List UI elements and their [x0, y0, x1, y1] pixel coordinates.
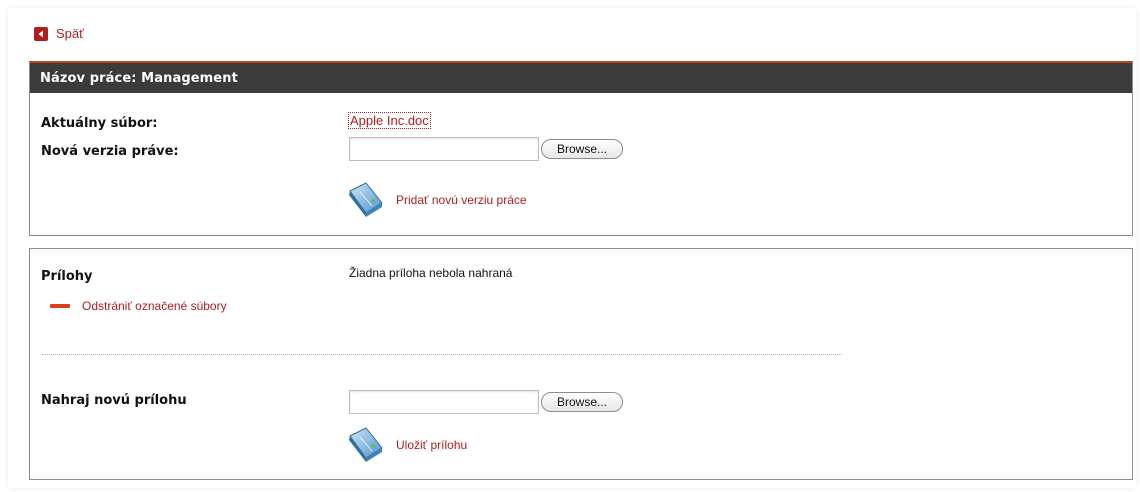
attachment-browse-button[interactable]: Browse... — [541, 392, 623, 412]
document-icon — [349, 427, 383, 462]
remove-selected-action[interactable]: Odstrániť označené súbory — [50, 299, 227, 313]
back-arrow-icon — [34, 26, 48, 41]
attachment-file-input[interactable] — [349, 390, 539, 414]
work-title: Názov práce: Management — [30, 63, 1132, 93]
back-label: Späť — [56, 26, 85, 41]
attachments-panel: Prílohy Žiadna príloha nebola nahraná Od… — [29, 248, 1133, 480]
upload-attachment-label: Nahraj novú prílohu — [41, 393, 187, 408]
divider — [42, 354, 842, 355]
current-file-link[interactable]: Apple Inc.doc — [348, 112, 431, 129]
attachments-title: Prílohy — [41, 269, 93, 284]
minus-icon — [50, 304, 70, 308]
remove-selected-label: Odstrániť označené súbory — [82, 299, 227, 313]
work-panel: Názov práce: Management Aktuálny súbor: … — [29, 61, 1133, 236]
save-attachment-action[interactable]: Uložiť prílohu — [346, 426, 467, 464]
new-version-file-input[interactable] — [349, 137, 539, 161]
page: Späť Názov práce: Management Aktuálny sú… — [0, 0, 1140, 492]
add-version-label: Pridať novú verziu práce — [396, 193, 527, 207]
back-link[interactable]: Späť — [34, 26, 84, 41]
document-icon — [349, 182, 383, 217]
save-attachment-label: Uložiť prílohu — [396, 438, 468, 452]
add-version-action[interactable]: Pridať novú verziu práce — [346, 181, 527, 219]
no-attachments-text: Žiadna príloha nebola nahraná — [349, 266, 513, 280]
new-version-label: Nová verzia práve: — [41, 144, 179, 159]
current-file-label: Aktuálny súbor: — [41, 116, 158, 131]
new-version-browse-button[interactable]: Browse... — [541, 139, 623, 159]
